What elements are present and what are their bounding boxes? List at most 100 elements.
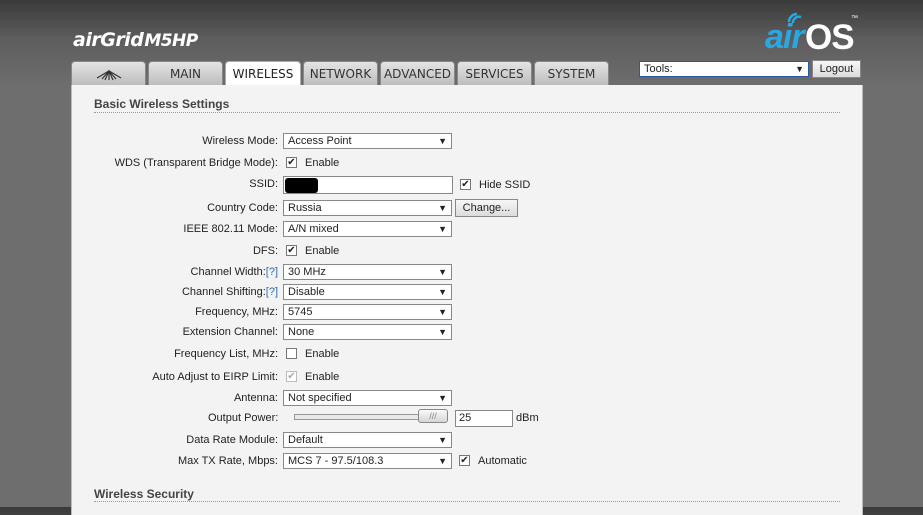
ubiquiti-logo-icon [96,69,121,81]
chevron-down-icon: ▼ [438,307,447,317]
chevron-down-icon: ▼ [438,203,447,213]
frequency-list-checkbox[interactable] [286,348,297,359]
tab-wireless[interactable]: WIRELESS [225,61,301,86]
max-tx-label: Max TX Rate, Mbps: [177,455,278,467]
output-power-unit: dBm [516,412,539,424]
max-tx-automatic-label: Automatic [478,455,527,467]
tab-advanced[interactable]: ADVANCED [380,61,455,85]
frequency-list-label: Frequency List, MHz: [174,348,278,360]
country-label: Country Code: [207,202,278,214]
logo-air: air [765,18,805,56]
frequency-select[interactable]: 5745 ▼ [283,304,452,320]
frequency-list-enable-label: Enable [305,348,340,360]
output-power-slider-handle[interactable]: /// [418,409,448,423]
logo-tm: ™ [851,15,858,22]
section-title-security: Wireless Security [94,487,194,501]
wds-label: WDS (Transparent Bridge Mode): [114,157,278,169]
antenna-select[interactable]: Not specified ▼ [283,390,452,406]
change-country-button[interactable]: Change... [455,199,518,217]
ssid-label: SSID: [249,178,278,190]
channel-width-select[interactable]: 30 MHz ▼ [283,264,452,280]
row-country: Country Code: Russia ▼ Change... [72,199,862,218]
tab-system[interactable]: SYSTEM [534,61,609,85]
ssid-input[interactable] [283,176,453,194]
chevron-down-icon: ▼ [438,435,447,445]
country-select[interactable]: Russia ▼ [283,200,452,216]
wireless-settings-panel: Basic Wireless Settings Wireless Mode: A… [71,85,863,515]
row-wireless-mode: Wireless Mode: Access Point ▼ [72,133,862,151]
data-rate-label: Data Rate Module: [186,434,278,446]
chevron-down-icon: ▼ [438,456,447,466]
max-tx-select[interactable]: MCS 7 - 97.5/108.3 ▼ [283,453,452,469]
brand-grid: Grid [100,29,144,51]
channel-shifting-label: Channel Shifting:[?] [182,286,278,298]
wds-checkbox[interactable]: ✔ [286,157,297,168]
tab-main[interactable]: MAIN [148,61,223,85]
chevron-down-icon: ▼ [438,136,447,146]
channel-shifting-select[interactable]: Disable ▼ [283,284,452,300]
data-rate-value: Default [288,434,323,446]
ieee-label: IEEE 802.11 Mode: [183,223,278,235]
chevron-down-icon: ▼ [795,64,804,74]
row-auto-adjust: Auto Adjust to EIRP Limit: ✔ Enable [72,369,862,387]
row-max-tx-rate: Max TX Rate, Mbps: MCS 7 - 97.5/108.3 ▼ … [72,453,862,471]
data-rate-select[interactable]: Default ▼ [283,432,452,448]
row-extension-channel: Extension Channel: None ▼ [72,324,862,342]
chevron-down-icon: ▼ [438,393,447,403]
tab-services[interactable]: SERVICES [457,61,532,85]
output-power-value: 25 [459,412,472,424]
extension-channel-select[interactable]: None ▼ [283,324,452,340]
channel-width-help-link[interactable]: [?] [266,266,278,278]
channel-shifting-help-link[interactable]: [?] [266,286,278,298]
tab-network[interactable]: NETWORK [303,61,378,85]
airgrid-brand: airGridM5HP [73,29,198,51]
auto-adjust-checkbox[interactable]: ✔ [286,371,297,382]
max-tx-automatic-checkbox[interactable]: ✔ [459,455,470,466]
row-frequency-list: Frequency List, MHz: Enable [72,346,862,364]
logo-os: OS [805,18,855,57]
channel-width-label-text: Channel Width: [190,266,266,278]
wireless-mode-select[interactable]: Access Point ▼ [283,133,452,149]
row-data-rate: Data Rate Module: Default ▼ [72,432,862,450]
brand-model: M5HP [144,31,198,51]
country-value: Russia [288,202,322,214]
wireless-mode-value: Access Point [288,135,352,147]
row-frequency: Frequency, MHz: 5745 ▼ [72,304,862,322]
wds-enable-label: Enable [305,157,340,169]
section-title-basic: Basic Wireless Settings [94,97,230,111]
hide-ssid-label: Hide SSID [479,179,531,191]
dfs-label: DFS: [252,245,278,257]
output-power-slider-track[interactable] [294,414,424,420]
row-dfs: DFS: ✔ Enable [72,243,862,261]
output-power-input[interactable]: 25 [455,410,513,427]
ieee-mode-select[interactable]: A/N mixed ▼ [283,221,452,237]
antenna-value: Not specified [288,392,352,404]
row-antenna: Antenna: Not specified ▼ [72,390,862,408]
frequency-label: Frequency, MHz: [195,306,278,318]
hide-ssid-checkbox[interactable]: ✔ [460,179,471,190]
auto-adjust-enable-label: Enable [305,371,340,383]
chevron-down-icon: ▼ [438,267,447,277]
section-divider [94,501,840,502]
redacted-ssid [285,178,318,193]
tab-ubnt[interactable] [71,61,146,85]
channel-shifting-value: Disable [288,286,325,298]
ieee-mode-value: A/N mixed [288,223,339,235]
channel-width-value: 30 MHz [288,266,326,278]
row-output-power: Output Power: /// 25 dBm [72,409,862,428]
dfs-checkbox[interactable]: ✔ [286,245,297,256]
channel-width-label: Channel Width:[?] [191,266,278,278]
row-ieee-mode: IEEE 802.11 Mode: A/N mixed ▼ [72,221,862,239]
chevron-down-icon: ▼ [438,287,447,297]
tools-select[interactable]: Tools: ▼ [639,61,809,77]
logout-button[interactable]: Logout [812,60,861,78]
chevron-down-icon: ▼ [438,224,447,234]
extension-channel-label: Extension Channel: [182,326,278,338]
airos-logo: air OS ™ [765,12,865,57]
extension-channel-value: None [288,326,315,338]
brand-air: air [73,29,101,51]
wireless-mode-label: Wireless Mode: [202,135,278,147]
antenna-label: Antenna: [233,392,278,404]
chevron-down-icon: ▼ [438,327,447,337]
channel-shifting-label-text: Channel Shifting: [181,286,266,298]
